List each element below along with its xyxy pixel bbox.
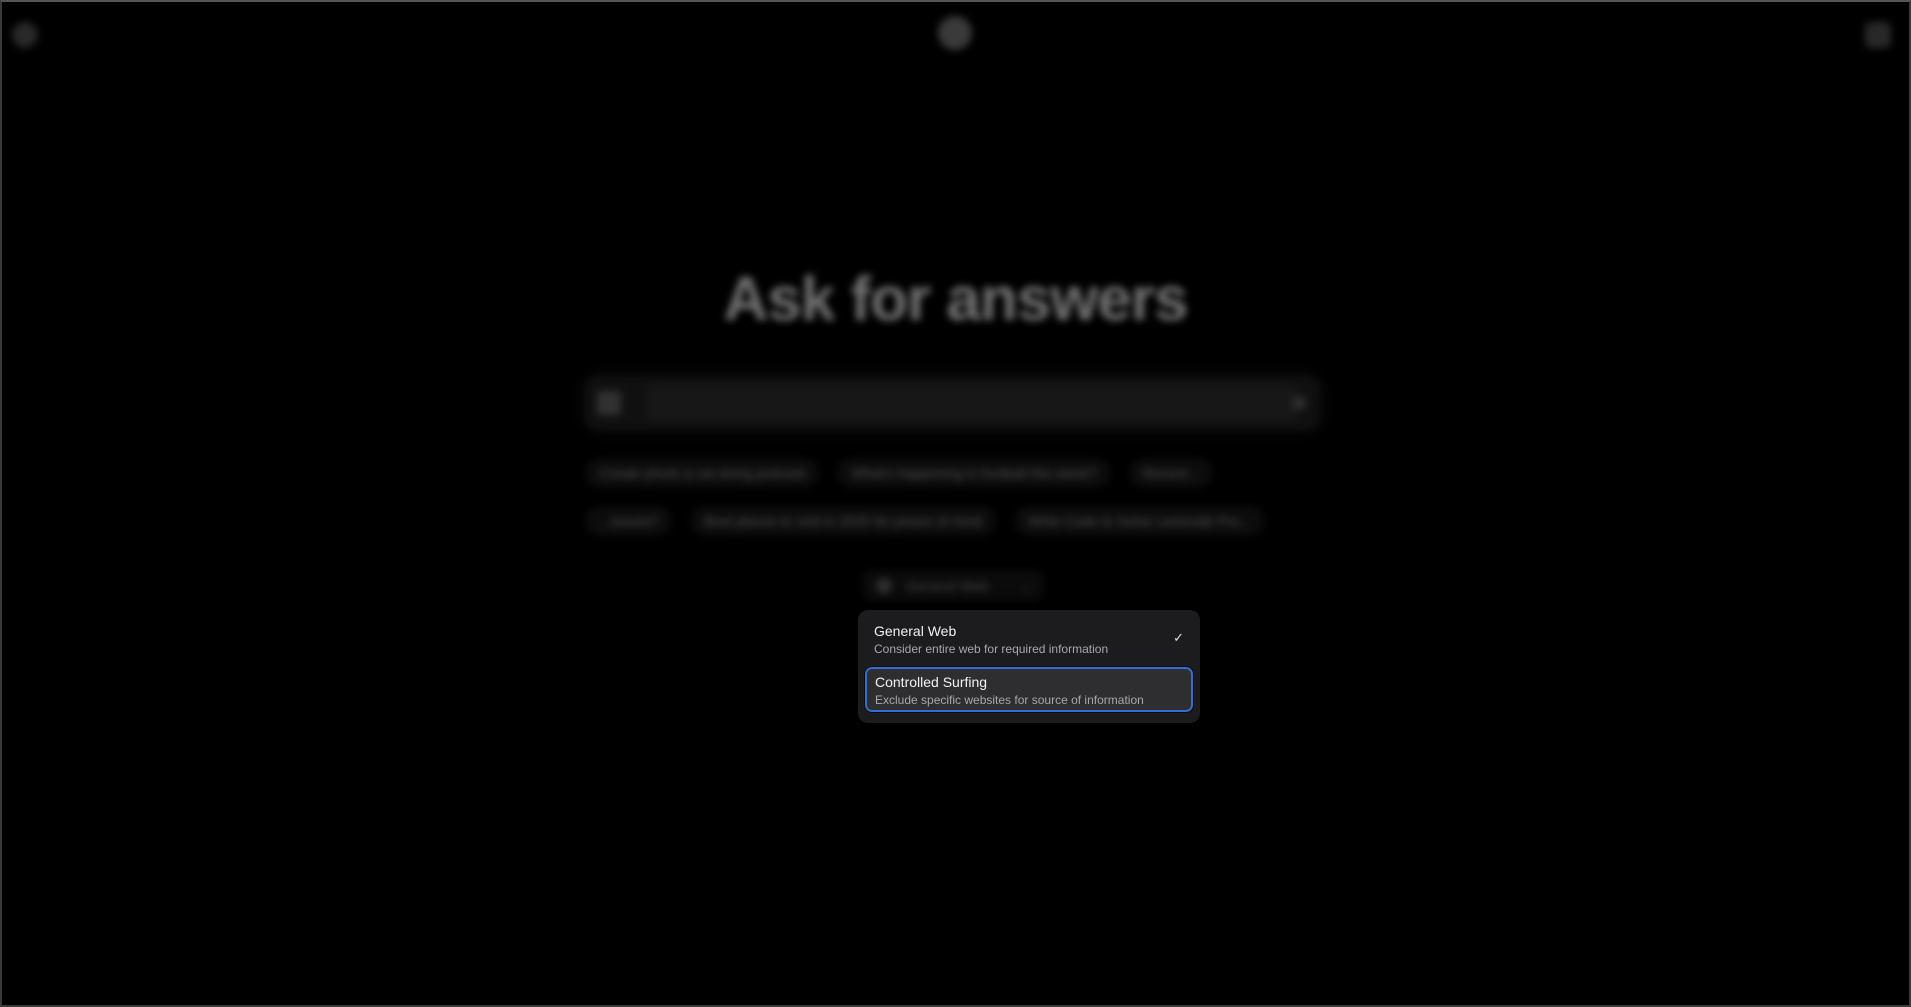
app-window: Ask for answers Create photo a cat doing… — [0, 0, 1911, 1007]
search-bar — [585, 376, 1320, 430]
option-controlled-surfing[interactable]: Controlled Surfing Exclude specific webs… — [864, 666, 1194, 713]
suggestion-chip[interactable]: ...issues? — [585, 506, 673, 536]
suggestions-row-2: ...issues? Best places to visit in 2025 f… — [585, 506, 1320, 536]
source-dropdown-menu: General Web Consider entire web for requ… — [858, 610, 1200, 723]
option-title: General Web — [874, 623, 957, 639]
check-icon: ✓ — [1173, 630, 1184, 645]
menu-icon[interactable] — [12, 22, 38, 48]
chevron-down-icon: ⌄ — [1020, 578, 1032, 594]
suggestions-row-1: Create photo a cat doing podcast What's h… — [585, 458, 1320, 488]
panel-icon[interactable] — [1865, 22, 1891, 48]
option-title: Controlled Surfing — [875, 674, 988, 690]
source-selector-label: General Web — [906, 578, 989, 594]
suggestion-chip[interactable]: Best places to visit in 2025 for peace o… — [690, 506, 996, 536]
suggestion-chip[interactable]: Write Code to Solve Leetcode Pro... — [1013, 506, 1266, 536]
source-selector-button[interactable]: General Web ⌄ — [862, 570, 1044, 602]
send-icon[interactable] — [1292, 396, 1306, 410]
suggestion-chip[interactable]: Recent... — [1128, 458, 1213, 488]
option-description: Consider entire web for required informa… — [874, 642, 1109, 656]
option-description: Exclude specific websites for source of … — [875, 693, 1144, 707]
globe-icon — [876, 578, 892, 594]
app-logo-icon — [938, 16, 972, 50]
search-input[interactable] — [647, 384, 1297, 422]
blurred-background: Ask for answers Create photo a cat doing… — [2, 2, 1909, 1005]
suggestion-chip[interactable]: Create photo a cat doing podcast — [585, 458, 820, 488]
suggestion-chip[interactable]: What's happening in football this week? — [837, 458, 1111, 488]
image-attach-icon[interactable] — [597, 391, 621, 415]
option-general-web[interactable]: General Web Consider entire web for requ… — [864, 616, 1194, 663]
page-title: Ask for answers — [723, 265, 1189, 334]
